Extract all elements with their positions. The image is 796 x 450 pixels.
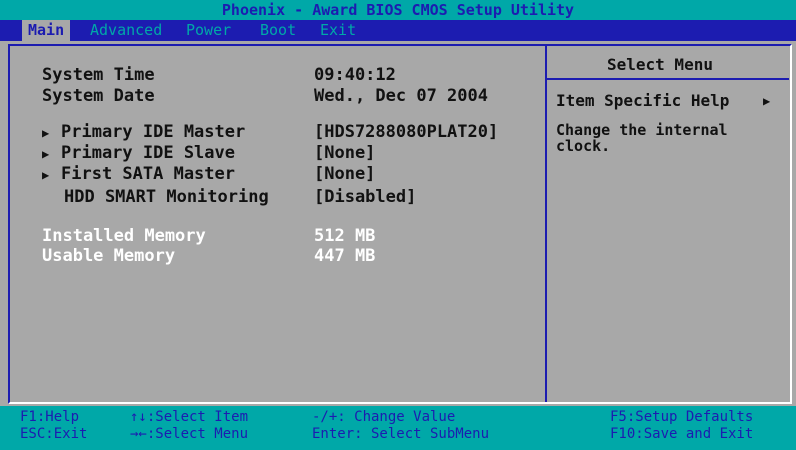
change-value-hint: -/+: Change Value	[312, 409, 456, 425]
f1-help-hint: F1:Help	[20, 409, 80, 425]
system-date-label: System Date	[42, 86, 155, 106]
first-sata-master-label[interactable]: First SATA Master	[61, 164, 235, 184]
system-time-label: System Time	[42, 65, 155, 85]
menu-boot[interactable]: Boot	[254, 20, 302, 41]
hdd-smart-value[interactable]: [Disabled]	[314, 187, 416, 207]
menu-exit[interactable]: Exit	[314, 20, 362, 41]
help-text: Change the internal clock.	[556, 121, 728, 155]
item-help-heading: Item Specific Help	[556, 91, 730, 110]
primary-ide-master-value[interactable]: [HDS7288080PLAT20]	[314, 122, 498, 142]
title-bar: Phoenix - Award BIOS CMOS Setup Utility	[0, 0, 796, 20]
esc-exit-hint: ESC:Exit	[20, 426, 88, 442]
menu-main[interactable]: Main	[22, 20, 71, 41]
select-menu-hint: →←:Select Menu	[130, 426, 249, 442]
menu-advanced[interactable]: Advanced	[84, 20, 168, 41]
submenu-arrow-icon: ▶	[42, 168, 50, 182]
window-title: Phoenix - Award BIOS CMOS Setup Utility	[221, 1, 575, 19]
system-time-value[interactable]: 09:40:12	[314, 65, 396, 85]
save-exit-hint: F10:Save and Exit	[610, 426, 754, 442]
select-submenu-hint: Enter: Select SubMenu	[312, 426, 490, 442]
primary-ide-slave-value[interactable]: [None]	[314, 143, 375, 163]
hdd-smart-label: HDD SMART Monitoring	[64, 187, 269, 207]
status-bar: F1:Help ESC:Exit ↑↓:Select Item →←:Selec…	[0, 406, 796, 450]
menu-power[interactable]: Power	[180, 20, 237, 41]
primary-ide-slave-label[interactable]: Primary IDE Slave	[61, 143, 235, 163]
installed-memory-label: Installed Memory	[42, 226, 206, 246]
system-date-value[interactable]: Wed., Dec 07 2004	[314, 86, 488, 106]
submenu-arrow-icon: ▶	[42, 147, 50, 161]
menu-bar: Main Advanced Power Boot Exit	[0, 20, 796, 41]
select-item-hint: ↑↓:Select Item	[130, 409, 249, 425]
help-arrow-icon: ▶	[763, 94, 771, 108]
installed-memory-value: 512 MB	[314, 226, 376, 246]
usable-memory-value: 447 MB	[314, 246, 376, 266]
panel-divider	[545, 46, 547, 402]
usable-memory-label: Usable Memory	[42, 246, 176, 266]
submenu-arrow-icon: ▶	[42, 126, 50, 140]
first-sata-master-value[interactable]: [None]	[314, 164, 375, 184]
setup-defaults-hint: F5:Setup Defaults	[610, 409, 754, 425]
primary-ide-master-label[interactable]: Primary IDE Master	[61, 122, 245, 142]
select-menu-heading: Select Menu	[607, 55, 713, 74]
help-divider	[547, 78, 789, 80]
